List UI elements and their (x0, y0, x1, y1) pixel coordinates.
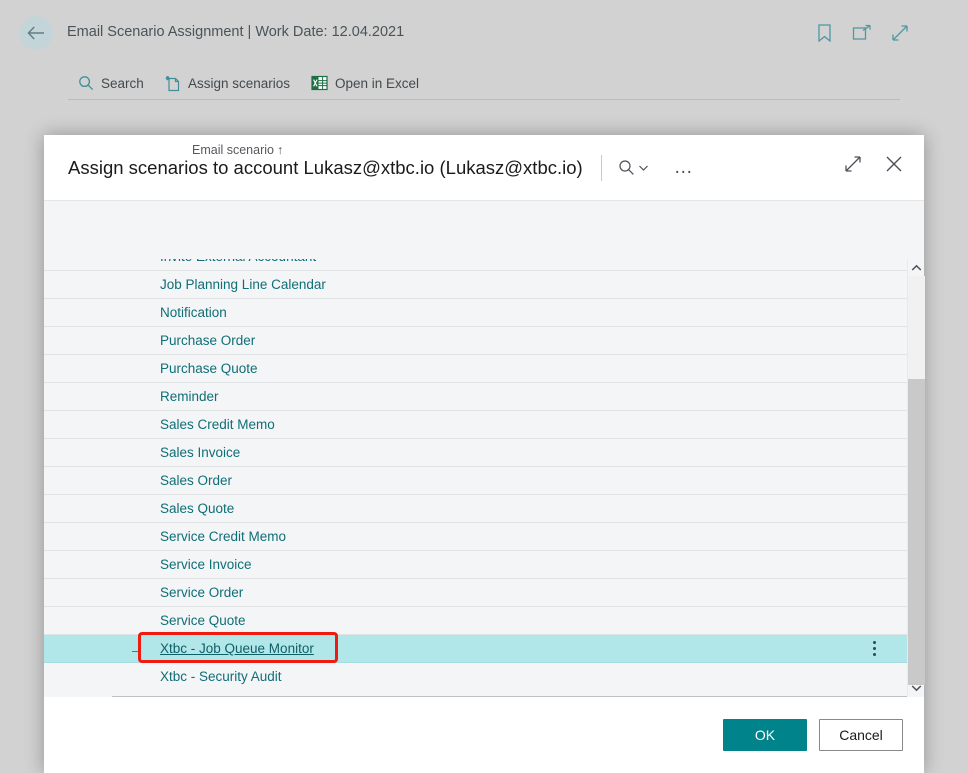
bookmark-icon[interactable] (813, 22, 835, 44)
row-indent (44, 495, 112, 522)
row-indent (44, 355, 112, 382)
dialog-body: Email scenario↑ Invite External Accounta… (44, 143, 925, 697)
scenario-name-link[interactable]: Sales Credit Memo (160, 417, 275, 432)
excel-icon (311, 75, 328, 91)
scenario-name-link[interactable]: Sales Quote (160, 501, 234, 516)
action-search[interactable]: Search (78, 72, 144, 94)
table-row[interactable]: Xtbc - Security Audit (44, 663, 924, 687)
action-assign-scenarios-label: Assign scenarios (188, 75, 291, 91)
row-indent (44, 439, 112, 466)
search-icon (618, 159, 635, 176)
dialog-header: Assign scenarios to account Lukasz@xtbc.… (44, 135, 924, 200)
scrollbar-up-button[interactable] (908, 259, 925, 276)
action-open-in-excel[interactable]: Open in Excel (311, 72, 419, 94)
window-icon-group (813, 22, 911, 44)
action-search-label: Search (101, 75, 144, 91)
table-row[interactable]: Job Planning Line Calendar (44, 271, 924, 299)
expand-icon[interactable] (844, 155, 862, 173)
window-topbar: Email Scenario Assignment | Work Date: 1… (0, 0, 968, 66)
close-icon[interactable] (884, 154, 904, 174)
scenario-name-link[interactable]: Notification (160, 305, 227, 320)
row-indent (44, 663, 112, 687)
scenario-name-link[interactable]: Xtbc - Security Audit (160, 669, 282, 684)
back-arrow-icon (27, 26, 44, 40)
row-indent (44, 327, 112, 354)
table-row[interactable]: Reminder (44, 383, 924, 411)
column-header-label: Email scenario (192, 143, 274, 157)
table-row[interactable]: Service Order (44, 579, 924, 607)
new-document-icon (165, 75, 180, 91)
table-row[interactable]: Sales Credit Memo (44, 411, 924, 439)
expand-icon[interactable] (889, 22, 911, 44)
row-indent (44, 551, 112, 578)
row-indent (44, 607, 112, 634)
action-bar: Search Assign scenarios Open in Excel (0, 66, 968, 158)
scenario-name-link[interactable]: Sales Order (160, 473, 232, 488)
scrollbar-down-button[interactable] (908, 679, 925, 696)
row-indent (44, 635, 112, 662)
scenario-name-link[interactable]: Service Quote (160, 613, 246, 628)
page-title: Email Scenario Assignment | Work Date: 1… (67, 24, 405, 40)
row-indent (44, 411, 112, 438)
dialog-search-button[interactable] (618, 159, 650, 176)
scenario-list: Invite External Accountant Job Planning L… (44, 259, 924, 687)
scenario-name-link[interactable]: Service Invoice (160, 557, 252, 572)
row-indent (44, 523, 112, 550)
column-header-email-scenario[interactable]: Email scenario ↑ (192, 143, 283, 157)
scenario-list-rows: Invite External Accountant Job Planning L… (44, 259, 924, 687)
table-row[interactable]: Service Invoice (44, 551, 924, 579)
dialog-title: Assign scenarios to account Lukasz@xtbc.… (68, 156, 583, 178)
more-options-icon[interactable]: … (674, 158, 694, 177)
row-selection-arrow-icon: → (129, 640, 143, 657)
row-options-menu-button[interactable] (864, 635, 884, 662)
scenario-name-link[interactable]: Reminder (160, 389, 219, 404)
dialog-window-controls (844, 154, 904, 174)
assign-scenarios-dialog: Assign scenarios to account Lukasz@xtbc.… (44, 135, 925, 773)
action-bar-separator (68, 99, 900, 100)
cancel-button[interactable]: Cancel (819, 718, 903, 751)
action-assign-scenarios[interactable]: Assign scenarios (165, 72, 290, 94)
scenario-name-link[interactable]: Invite External Accountant (160, 259, 316, 264)
table-row[interactable]: Service Credit Memo (44, 523, 924, 551)
row-indent (44, 299, 112, 326)
table-row[interactable]: Notification (44, 299, 924, 327)
back-button[interactable] (19, 16, 53, 50)
scenario-name-link[interactable]: Service Order (160, 585, 243, 600)
row-indent (44, 579, 112, 606)
open-in-new-window-icon[interactable] (851, 22, 873, 44)
dialog-footer: OK Cancel (44, 697, 924, 772)
scenario-name-link[interactable]: Sales Invoice (160, 445, 240, 460)
scenario-name-link[interactable]: Purchase Quote (160, 361, 258, 376)
scrollbar-thumb[interactable] (908, 379, 925, 685)
table-row[interactable]: Invite External Accountant (44, 259, 924, 271)
table-row[interactable]: Service Quote (44, 607, 924, 635)
row-indent (44, 259, 112, 270)
row-indent (44, 271, 112, 298)
ok-button[interactable]: OK (723, 718, 807, 751)
scenario-name-link[interactable]: Xtbc - Job Queue Monitor (160, 641, 314, 656)
row-indent (44, 467, 112, 494)
sort-ascending-icon: ↑ (276, 143, 284, 157)
table-row[interactable]: → Xtbc - Job Queue Monitor (44, 635, 924, 663)
chevron-down-icon[interactable] (637, 161, 650, 174)
table-row[interactable]: Sales Order (44, 467, 924, 495)
dialog-title-divider (600, 154, 602, 181)
row-indent (44, 383, 112, 410)
table-row[interactable]: Purchase Order (44, 327, 924, 355)
table-row[interactable]: Sales Quote (44, 495, 924, 523)
scenario-name-link[interactable]: Job Planning Line Calendar (160, 277, 326, 292)
search-icon (79, 76, 94, 91)
application-window: Email Scenario Assignment | Work Date: 1… (0, 0, 968, 773)
action-open-in-excel-label: Open in Excel (335, 75, 420, 91)
table-row[interactable]: Sales Invoice (44, 439, 924, 467)
list-vertical-scrollbar[interactable] (907, 259, 925, 696)
table-row[interactable]: Purchase Quote (44, 355, 924, 383)
scenario-name-link[interactable]: Purchase Order (160, 333, 255, 348)
vertical-ellipsis-icon (872, 641, 876, 656)
scenario-name-link[interactable]: Service Credit Memo (160, 529, 286, 544)
